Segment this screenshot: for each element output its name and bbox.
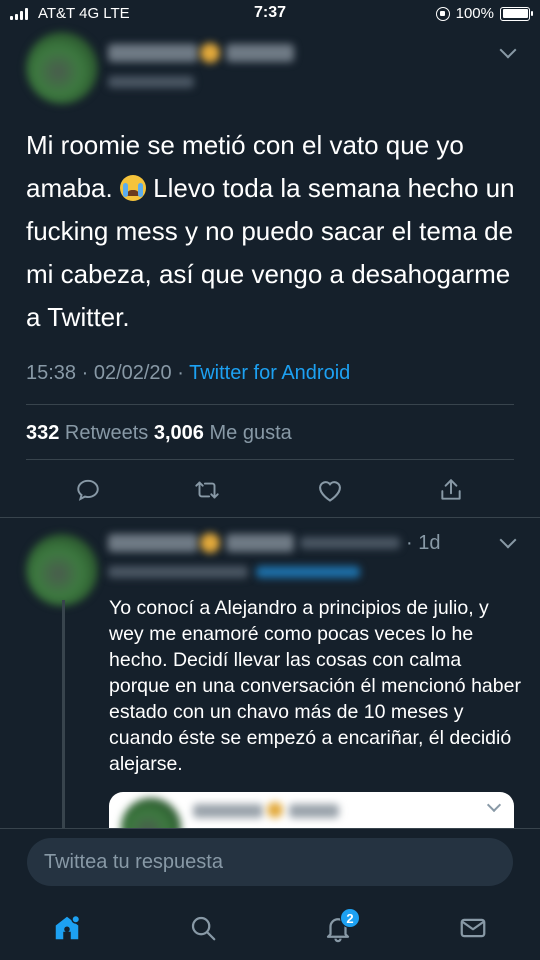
reply-author-name-redacted[interactable] xyxy=(108,534,198,552)
tab-search[interactable] xyxy=(178,906,228,950)
reply-menu-chevron-icon[interactable] xyxy=(499,531,517,549)
reply-button[interactable] xyxy=(68,470,108,510)
thread-line xyxy=(62,600,65,830)
reply-time: · 1d xyxy=(406,532,441,554)
quoted-author-name-redacted xyxy=(193,804,263,818)
battery-icon xyxy=(500,6,533,21)
tweet-stats: 332 Retweets 3,006 Me gusta xyxy=(26,422,292,445)
author-handle-redacted[interactable] xyxy=(108,76,194,88)
share-icon xyxy=(441,479,461,500)
loudly-crying-face-icon xyxy=(119,175,146,201)
home-icon xyxy=(55,914,81,940)
tweet-meta: 15:38 · 02/02/20 · Twitter for Android xyxy=(26,362,350,385)
author-name-redacted[interactable] xyxy=(108,44,198,62)
replying-to-redacted xyxy=(108,566,248,578)
author-name-emoji xyxy=(200,43,220,63)
tab-messages[interactable] xyxy=(448,906,498,950)
tweet-menu-chevron-icon[interactable] xyxy=(499,41,517,59)
author-name-redacted-2[interactable] xyxy=(226,44,294,62)
reply-author-name-redacted-2[interactable] xyxy=(226,534,294,552)
like-button[interactable] xyxy=(310,470,350,510)
reply-input[interactable] xyxy=(27,838,513,886)
quoted-author-name-redacted-2 xyxy=(289,804,339,818)
reply-author-handle-redacted[interactable] xyxy=(300,537,400,549)
tweet-source-link[interactable]: Twitter for Android xyxy=(189,362,350,384)
battery-percentage: 100% xyxy=(455,5,494,22)
retweets-label[interactable]: Retweets xyxy=(59,422,153,444)
retweet-button[interactable] xyxy=(187,470,227,510)
author-avatar[interactable] xyxy=(26,32,98,104)
retweet-icon xyxy=(195,481,219,499)
reply-text: Yo conocí a Alejandro a principios de ju… xyxy=(109,597,521,775)
mail-icon xyxy=(460,918,486,938)
reply-compose-bar[interactable] xyxy=(27,838,513,886)
retweets-count[interactable]: 332 xyxy=(26,422,59,444)
tab-home[interactable] xyxy=(42,906,92,950)
notifications-badge: 2 xyxy=(340,908,360,928)
heart-icon xyxy=(319,481,341,502)
tweet-timestamp: 15:38 · 02/02/20 · xyxy=(26,362,190,384)
quoted-author-name-emoji xyxy=(267,802,283,818)
divider xyxy=(26,459,514,460)
reply-icon xyxy=(77,479,99,501)
likes-label[interactable]: Me gusta xyxy=(204,422,291,444)
share-button[interactable] xyxy=(431,470,471,510)
likes-count[interactable]: 3,006 xyxy=(154,422,204,444)
tab-bar: 2 xyxy=(0,900,540,960)
orientation-lock-icon xyxy=(435,6,450,21)
quoted-menu-chevron-icon[interactable] xyxy=(486,797,502,813)
reply-author-avatar[interactable] xyxy=(26,534,98,606)
tweet-text: Mi roomie se metió con el vato que yo am… xyxy=(26,124,516,339)
tweet-actions xyxy=(0,470,540,510)
reply-author-name-emoji xyxy=(200,533,220,553)
status-bar: AT&T 4G LTE 7:37 100% xyxy=(0,0,540,28)
replying-to-handle-redacted[interactable] xyxy=(256,566,360,578)
divider xyxy=(0,517,540,518)
tab-notifications[interactable]: 2 xyxy=(313,906,363,950)
search-icon xyxy=(191,916,216,941)
divider xyxy=(26,404,514,405)
